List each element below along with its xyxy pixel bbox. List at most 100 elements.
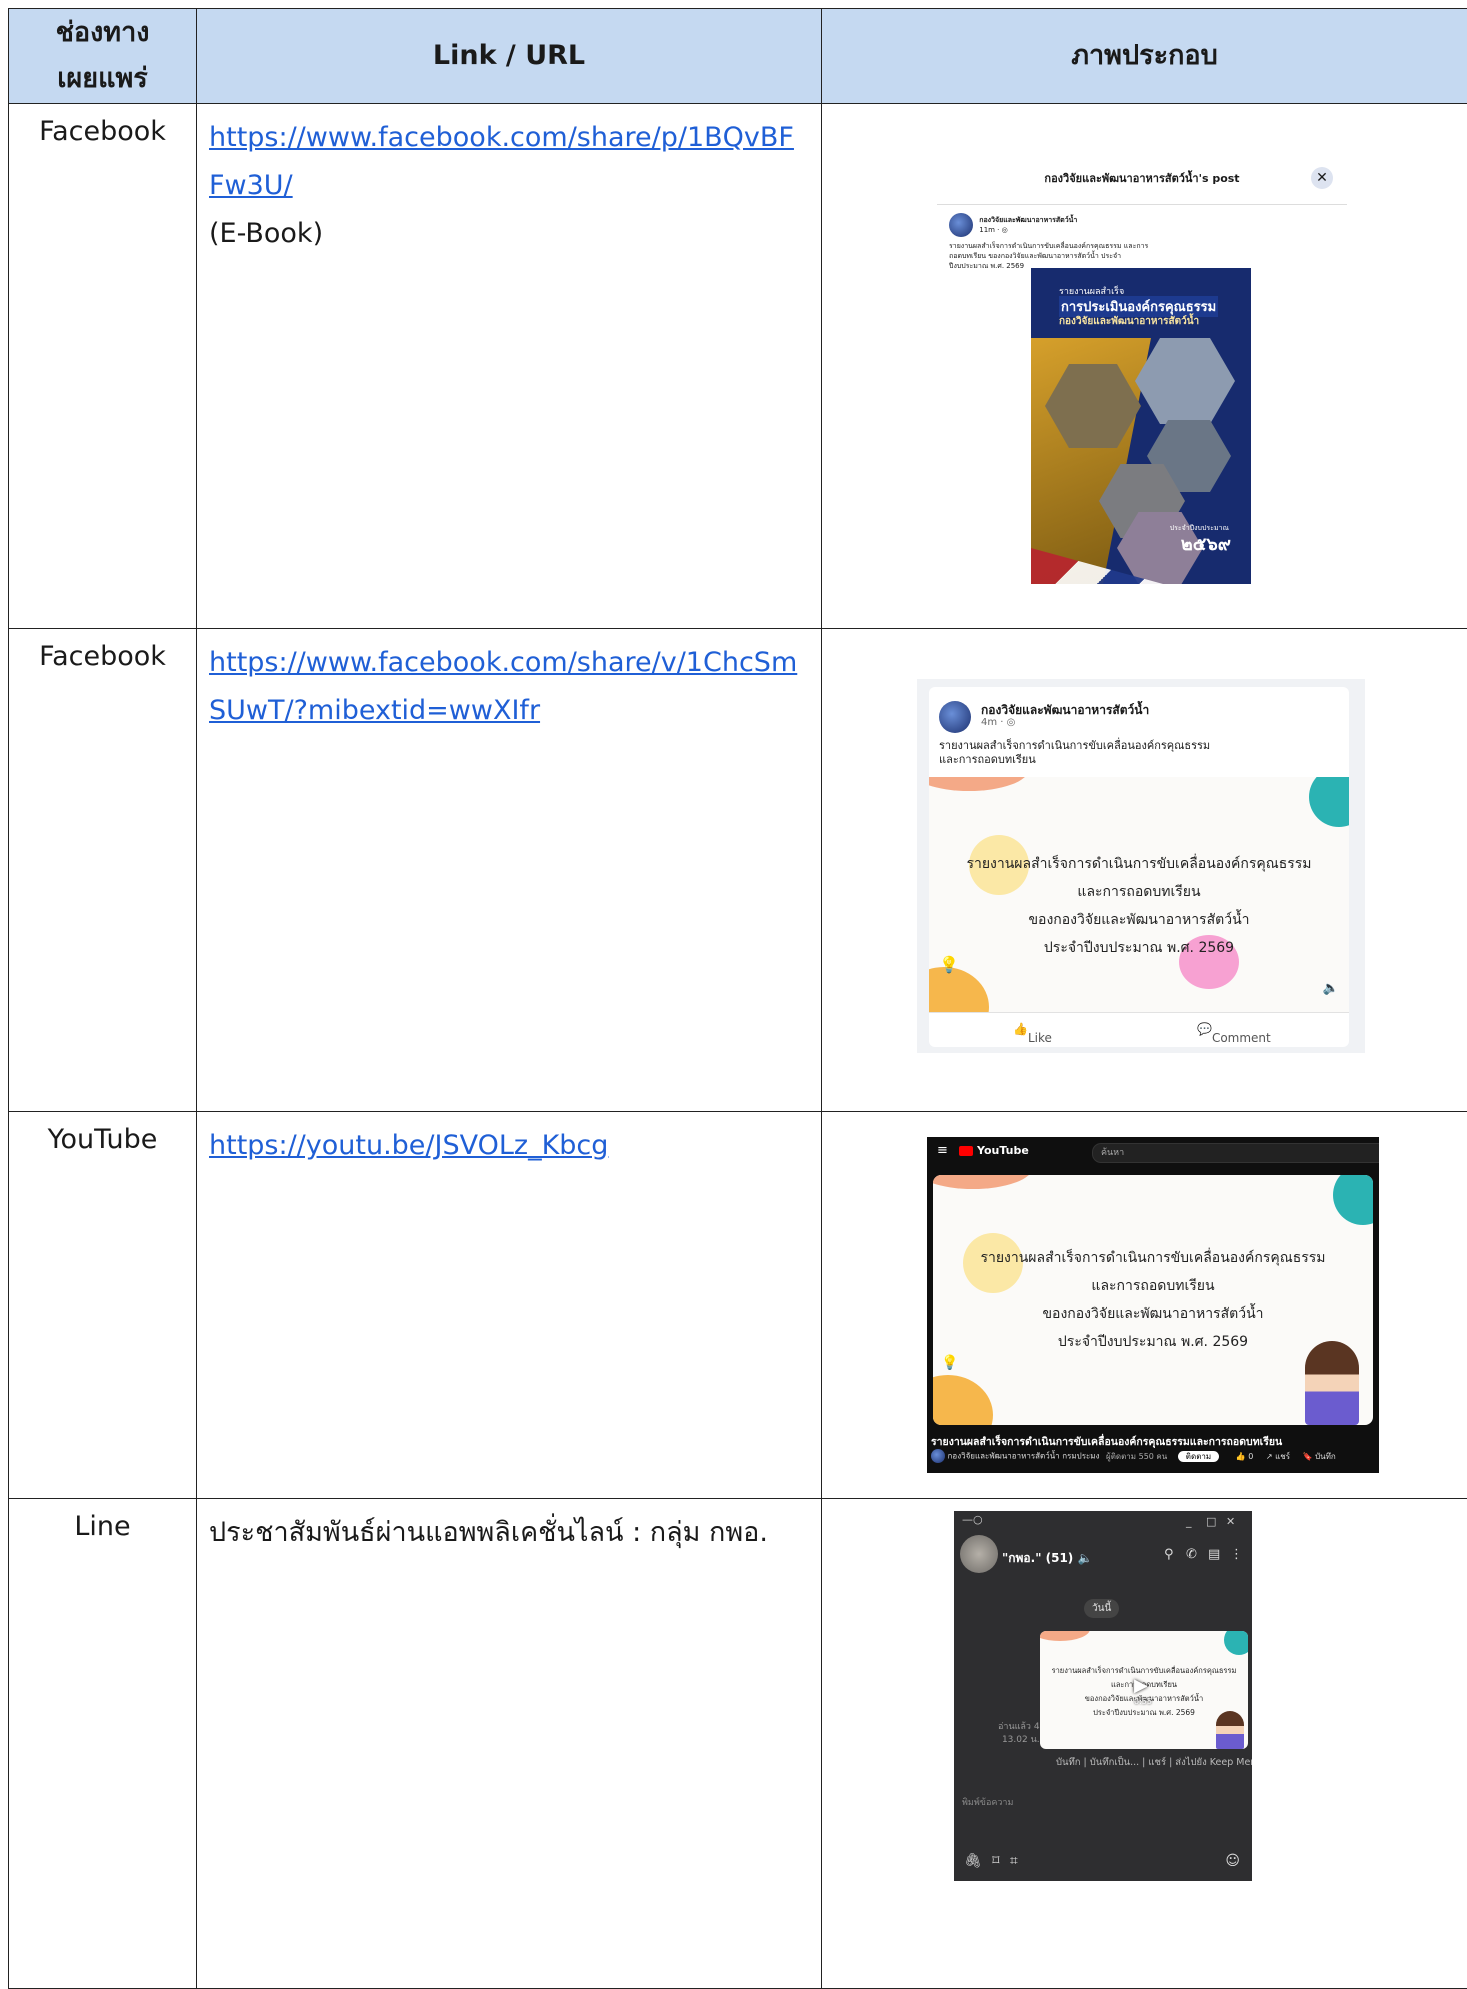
decor-blob — [929, 967, 989, 1013]
search-input[interactable]: ค้นหา — [1092, 1143, 1379, 1163]
slide-line: รายงานผลสำเร็จการดำเนินการขับเคลื่อนองค์… — [929, 853, 1349, 875]
channel-name[interactable]: กองวิจัยและพัฒนาอาหารสัตว์น้ำ กรมประมง — [948, 1452, 1100, 1461]
table-row: Facebook https://www.facebook.com/share/… — [9, 629, 1467, 1112]
slide-line: และการถอดบทเรียน — [933, 1275, 1373, 1297]
paperclip-icon[interactable]: 🖇 — [964, 1853, 982, 1869]
cover-subtitle: กองวิจัยและพัฒนาอาหารสัตว์น้ำ — [1059, 314, 1199, 329]
video-duration: 0:55 — [1134, 1697, 1152, 1706]
facebook-ebook-screenshot: กองวิจัยและพัฒนาอาหารสัตว์น้ำ's post ✕ ก… — [937, 154, 1347, 584]
group-avatar — [960, 1535, 998, 1573]
image-cell: กองวิจัยและพัฒนาอาหารสัตว์น้ำ 4m · ◎ ราย… — [822, 629, 1467, 1112]
video-meta: กองวิจัยและพัฒนาอาหารสัตว์น้ำ กรมประมง ผ… — [931, 1449, 1336, 1463]
phone-icon[interactable]: ✆ — [1186, 1547, 1197, 1562]
video-player[interactable]: รายงานผลสำเร็จการดำเนินการขับเคลื่อนองค์… — [933, 1175, 1373, 1425]
presenter-figure — [1305, 1341, 1359, 1425]
video-message[interactable]: รายงานผลสำเร็จการดำเนินการขับเคลื่อนองค์… — [1040, 1631, 1248, 1749]
post-time: 4m · ◎ — [981, 717, 1015, 728]
more-icon[interactable]: ⋮ — [1230, 1547, 1243, 1562]
bookmark-icon[interactable]: ⌑ — [992, 1853, 999, 1869]
channel-cell: Line — [9, 1499, 197, 1989]
youtube-topbar: ≡ YouTube ค้นหา — [927, 1137, 1379, 1167]
date-divider: วันนี้ — [1084, 1599, 1119, 1618]
attachment-tools: 🖇 ⌑ ⌗ — [964, 1853, 1018, 1869]
link-note: (E-Book) — [209, 218, 323, 249]
line-chat-screenshot: —○ _ □ ✕ "กพอ." (51) 🔈 ⚲ ✆ ▤ ⋮ วันนี้ รา… — [954, 1511, 1252, 1881]
youtube-logo-icon — [959, 1146, 973, 1156]
link-cell: https://www.facebook.com/share/v/1ChcSmS… — [197, 629, 822, 1112]
slide-line: และการถอดบทเรียน — [929, 881, 1349, 903]
presenter-figure — [1216, 1711, 1244, 1749]
pin-icon[interactable]: —○ — [962, 1513, 983, 1526]
like-icon[interactable]: 👍 0 — [1236, 1452, 1254, 1461]
subscriber-count: ผู้ติดตาม 550 คน — [1106, 1452, 1167, 1461]
play-icon[interactable]: ▶ — [1134, 1675, 1148, 1696]
save-icon[interactable]: 🔖 บันทึก — [1303, 1452, 1336, 1461]
page-name: กองวิจัยและพัฒนาอาหารสัตว์น้ำ — [979, 216, 1077, 224]
slide-line: ประจำปีงบประมาณ พ.ศ. 2569 — [933, 1331, 1373, 1353]
like-button[interactable]: 👍 Like — [1013, 1022, 1028, 1036]
dissemination-table: ช่องทาง เผยแพร่ Link / URL ภาพประกอบ Fac… — [8, 8, 1467, 1989]
decor-blob — [1333, 1175, 1373, 1225]
close-icon[interactable]: ✕ — [1226, 1515, 1235, 1528]
subscribe-button[interactable]: ติดตาม — [1178, 1451, 1219, 1462]
crop-icon[interactable]: ⌗ — [1010, 1853, 1018, 1869]
page-avatar — [939, 701, 971, 733]
ebook-link[interactable]: https://www.facebook.com/share/p/1BQvBFF… — [209, 122, 794, 201]
read-status: อ่านแล้ว 413.02 น. — [998, 1721, 1040, 1747]
header-link: Link / URL — [197, 9, 822, 104]
channel-cell: Facebook — [9, 104, 197, 629]
table-row: Facebook https://www.facebook.com/share/… — [9, 104, 1467, 629]
slide-line: ประจำปีงบประมาณ พ.ศ. 2569 — [929, 937, 1349, 959]
table-row: Line ประชาสัมพันธ์ผ่านแอพพลิเคชั่นไลน์ :… — [9, 1499, 1467, 1989]
post-dialog-title: กองวิจัยและพัฒนาอาหารสัตว์น้ำ's post — [937, 154, 1347, 205]
line-description: ประชาสัมพันธ์ผ่านแอพพลิเคชั่นไลน์ : กลุ่… — [209, 1517, 768, 1548]
cover-photo — [1135, 338, 1235, 424]
header-channel: ช่องทาง เผยแพร่ — [9, 9, 197, 104]
emoji-icon[interactable]: ☺ — [1225, 1853, 1240, 1869]
channel-avatar — [931, 1449, 945, 1463]
table-row: YouTube https://youtu.be/JSVOLz_Kbcg ≡ Y… — [9, 1112, 1467, 1499]
slide-line: รายงานผลสำเร็จการดำเนินการขับเคลื่อนองค์… — [933, 1247, 1373, 1269]
description-cell: ประชาสัมพันธ์ผ่านแอพพลิเคชั่นไลน์ : กลุ่… — [197, 1499, 822, 1989]
decor-blob — [933, 1175, 1033, 1189]
channel-cell: YouTube — [9, 1112, 197, 1499]
post-caption: รายงานผลสำเร็จการดำเนินการขับเคลื่อนองค์… — [939, 739, 1210, 767]
link-cell: https://www.facebook.com/share/p/1BQvBFF… — [197, 104, 822, 629]
youtube-link[interactable]: https://youtu.be/JSVOLz_Kbcg — [209, 1130, 608, 1161]
comment-button[interactable]: 💬 Comment — [1197, 1022, 1212, 1036]
post-caption: รายงานผลสำเร็จการดำเนินการขับเคลื่อนองค์… — [949, 241, 1159, 271]
link-cell: https://youtu.be/JSVOLz_Kbcg — [197, 1112, 822, 1499]
decor-blob — [1224, 1631, 1248, 1655]
post-time: 11m · ◎ — [979, 226, 1008, 234]
bulb-icon: 💡 — [939, 955, 959, 974]
decor-blob — [1040, 1631, 1090, 1641]
message-input[interactable]: พิมพ์ข้อความ — [962, 1795, 1013, 1809]
channel-cell: Facebook — [9, 629, 197, 1112]
message-actions[interactable]: บันทึก | บันทึกเป็น... | แชร์ | ส่งไปยัง… — [1056, 1755, 1252, 1770]
minimize-icon[interactable]: _ — [1186, 1515, 1192, 1528]
cover-year: ๒๕๖๙ — [1181, 529, 1231, 558]
search-icon[interactable]: ⚲ — [1164, 1547, 1174, 1562]
header-row: ช่องทาง เผยแพร่ Link / URL ภาพประกอบ — [9, 9, 1467, 104]
hamburger-menu-icon[interactable]: ≡ — [937, 1143, 948, 1158]
video-post-link[interactable]: https://www.facebook.com/share/v/1ChcSmS… — [209, 647, 797, 726]
image-cell: กองวิจัยและพัฒนาอาหารสัตว์น้ำ's post ✕ ก… — [822, 104, 1467, 629]
video-slide: รายงานผลสำเร็จการดำเนินการขับเคลื่อนองค์… — [929, 777, 1349, 1013]
post-card: กองวิจัยและพัฒนาอาหารสัตว์น้ำ 4m · ◎ ราย… — [929, 687, 1349, 1047]
image-cell: —○ _ □ ✕ "กพอ." (51) 🔈 ⚲ ✆ ▤ ⋮ วันนี้ รา… — [822, 1499, 1467, 1989]
ebook-cover: รายงานผลสำเร็จ การประเมินองค์กรคุณธรรม ก… — [1031, 268, 1251, 584]
page-avatar — [949, 213, 973, 237]
decor-blob — [1309, 777, 1349, 827]
header-image: ภาพประกอบ — [822, 9, 1467, 104]
decor-blob — [929, 777, 1029, 791]
facebook-video-screenshot: กองวิจัยและพัฒนาอาหารสัตว์น้ำ 4m · ◎ ราย… — [917, 679, 1365, 1053]
youtube-brand: YouTube — [977, 1144, 1029, 1157]
post-actions: 👍 Like 💬 Comment — [929, 1012, 1349, 1047]
share-icon[interactable]: ↗ แชร์ — [1266, 1452, 1290, 1461]
maximize-icon[interactable]: □ — [1206, 1515, 1216, 1528]
slide-line: ของกองวิจัยและพัฒนาอาหารสัตว์น้ำ — [929, 909, 1349, 931]
notes-icon[interactable]: ▤ — [1208, 1547, 1220, 1562]
decor-blob — [933, 1375, 993, 1425]
speaker-icon: 🔈 — [1323, 981, 1339, 996]
close-icon: ✕ — [1311, 167, 1333, 189]
